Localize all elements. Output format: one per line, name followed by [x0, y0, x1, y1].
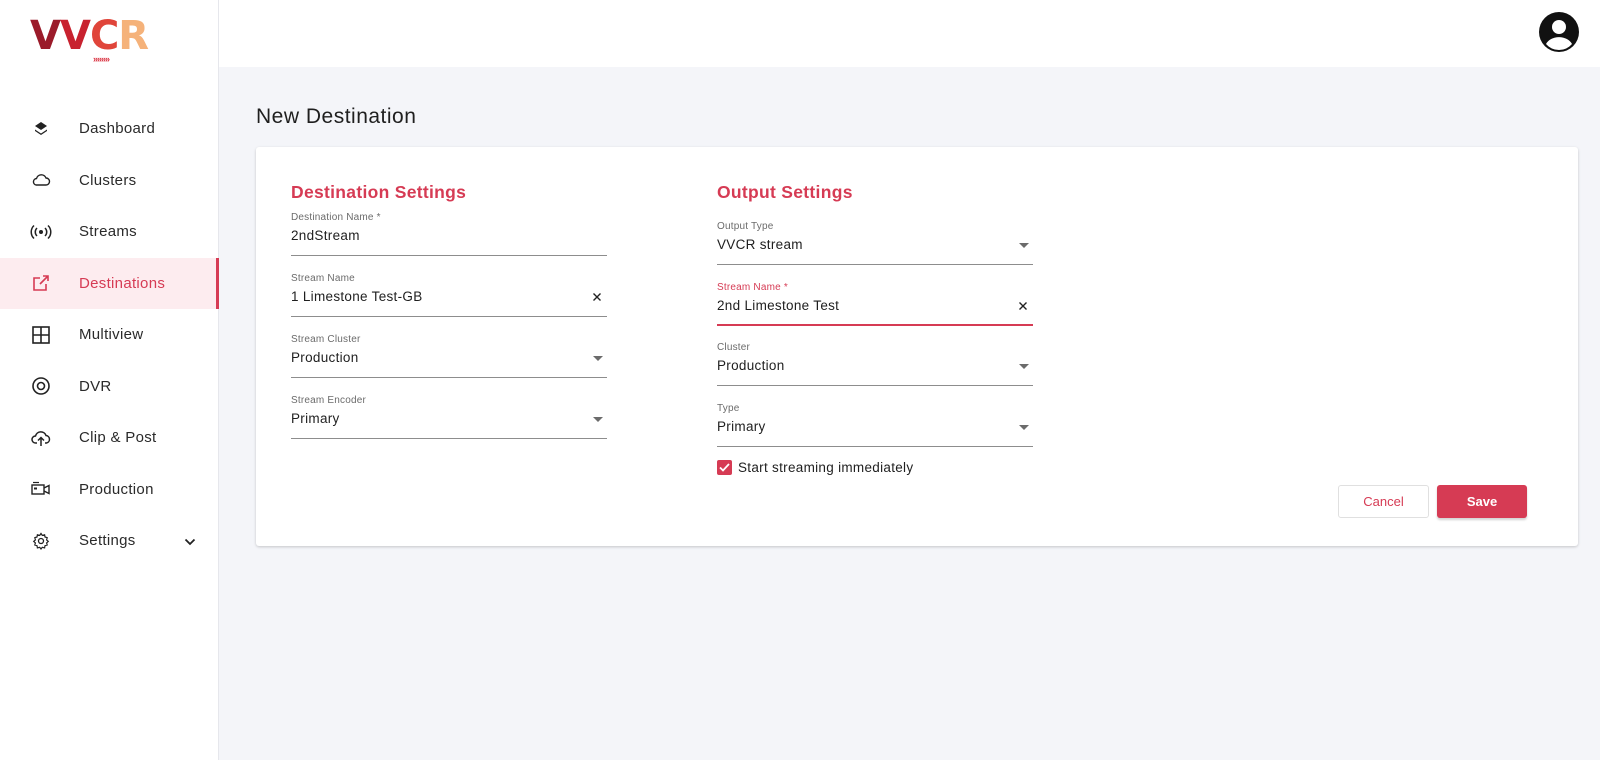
- logo-text: VVCR: [30, 13, 149, 59]
- start-streaming-checkbox[interactable]: [717, 460, 732, 475]
- sidebar-item-destinations[interactable]: Destinations: [0, 257, 219, 309]
- field-label: Stream Cluster: [291, 334, 361, 345]
- save-button[interactable]: Save: [1437, 485, 1527, 518]
- field-value: Production: [291, 350, 359, 365]
- field-label: Output Type: [717, 221, 774, 232]
- dropdown-arrow-icon[interactable]: [593, 417, 603, 422]
- field-value: Primary: [717, 419, 766, 434]
- field-value: 2ndStream: [291, 228, 360, 243]
- dropdown-arrow-icon[interactable]: [593, 356, 603, 361]
- cloud-icon: [30, 169, 52, 191]
- record-icon: [30, 375, 52, 397]
- logo-arrows: ››››››››: [93, 54, 110, 64]
- field-label: Stream Name *: [717, 282, 788, 293]
- dropdown-arrow-icon[interactable]: [1019, 425, 1029, 430]
- field-label: Stream Name: [291, 273, 355, 284]
- sidebar-item-label: Streams: [79, 223, 137, 241]
- sidebar-item-clusters[interactable]: Clusters: [0, 155, 219, 207]
- chevron-down-icon[interactable]: [184, 533, 196, 551]
- video-camera-icon: [30, 478, 52, 500]
- sidebar: VVCR ›››››››› Dashboard Clusters Streams: [0, 0, 219, 760]
- sidebar-item-dvr[interactable]: DVR: [0, 361, 219, 413]
- field-label: Cluster: [717, 342, 751, 353]
- sidebar-item-label: Production: [79, 480, 154, 498]
- sidebar-item-dashboard[interactable]: Dashboard: [0, 103, 219, 155]
- page-title: New Destination: [256, 105, 417, 128]
- stream-name-field[interactable]: Stream Name 1 Limestone Test-GB: [291, 273, 607, 317]
- destination-name-field[interactable]: Destination Name * 2ndStream: [291, 212, 607, 256]
- type-select[interactable]: Type Primary: [717, 403, 1033, 447]
- clear-icon[interactable]: [1017, 300, 1029, 312]
- broadcast-icon: [30, 221, 52, 243]
- external-link-icon: [30, 272, 52, 294]
- field-value: VVCR stream: [717, 237, 803, 252]
- sidebar-item-production[interactable]: Production: [0, 464, 219, 516]
- user-avatar-icon[interactable]: [1538, 11, 1580, 53]
- field-label: Stream Encoder: [291, 395, 367, 406]
- output-settings-title: Output Settings: [717, 182, 853, 202]
- sidebar-item-label: Destinations: [79, 274, 166, 292]
- start-streaming-label[interactable]: Start streaming immediately: [738, 460, 913, 475]
- output-stream-name-field[interactable]: Stream Name * 2nd Limestone Test: [717, 282, 1033, 326]
- destination-settings-title: Destination Settings: [291, 182, 467, 202]
- sidebar-item-label: Clip & Post: [79, 429, 157, 447]
- sidebar-item-label: Settings: [79, 532, 136, 550]
- field-label: Destination Name *: [291, 212, 381, 223]
- top-bar: [219, 0, 1600, 67]
- field-value: Production: [717, 358, 785, 373]
- stream-cluster-select[interactable]: Stream Cluster Production: [291, 334, 607, 378]
- gear-icon: [30, 530, 52, 552]
- layers-icon: [30, 118, 52, 140]
- output-type-select[interactable]: Output Type VVCR stream: [717, 221, 1033, 265]
- stream-encoder-select[interactable]: Stream Encoder Primary: [291, 395, 607, 439]
- sidebar-item-label: Clusters: [79, 171, 137, 189]
- field-value: Primary: [291, 411, 340, 426]
- dropdown-arrow-icon[interactable]: [1019, 364, 1029, 369]
- cluster-select[interactable]: Cluster Production: [717, 342, 1033, 386]
- sidebar-item-clip-post[interactable]: Clip & Post: [0, 412, 219, 464]
- clear-icon[interactable]: [591, 291, 603, 303]
- field-label: Type: [717, 403, 740, 414]
- destination-form-card: Destination Settings Destination Name * …: [256, 147, 1578, 546]
- dropdown-arrow-icon[interactable]: [1019, 243, 1029, 248]
- sidebar-item-settings[interactable]: Settings: [0, 515, 219, 567]
- cancel-button[interactable]: Cancel: [1338, 485, 1429, 518]
- sidebar-item-label: DVR: [79, 377, 112, 395]
- sidebar-nav: Dashboard Clusters Streams Destinations …: [0, 103, 219, 567]
- sidebar-item-label: Dashboard: [79, 120, 156, 138]
- sidebar-item-label: Multiview: [79, 326, 144, 344]
- vvcr-logo[interactable]: VVCR ››››››››: [30, 13, 149, 64]
- field-value: 1 Limestone Test-GB: [291, 289, 423, 304]
- cloud-upload-icon: [30, 427, 52, 449]
- grid-icon: [30, 324, 52, 346]
- sidebar-item-streams[interactable]: Streams: [0, 206, 219, 258]
- field-value: 2nd Limestone Test: [717, 298, 840, 313]
- sidebar-item-multiview[interactable]: Multiview: [0, 309, 219, 361]
